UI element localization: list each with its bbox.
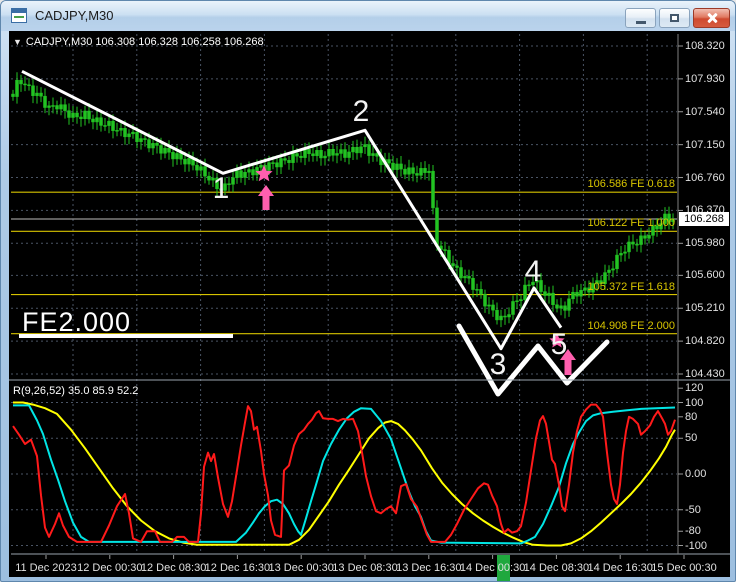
minimize-button[interactable]: [625, 8, 656, 28]
title-bar[interactable]: CADJPY,M30: [1, 1, 735, 31]
close-button[interactable]: [693, 8, 730, 28]
terminal-window: CADJPY,M30 ▼ CADJPY,M30 106.308 106.328 1…: [0, 0, 736, 582]
close-icon: [706, 12, 718, 24]
window-title: CADJPY,M30: [35, 8, 114, 23]
minimize-icon: [635, 20, 646, 24]
window-icon: [11, 8, 27, 23]
restore-icon: [670, 14, 679, 22]
chart-canvas[interactable]: [9, 31, 730, 577]
restore-button[interactable]: [659, 8, 690, 28]
